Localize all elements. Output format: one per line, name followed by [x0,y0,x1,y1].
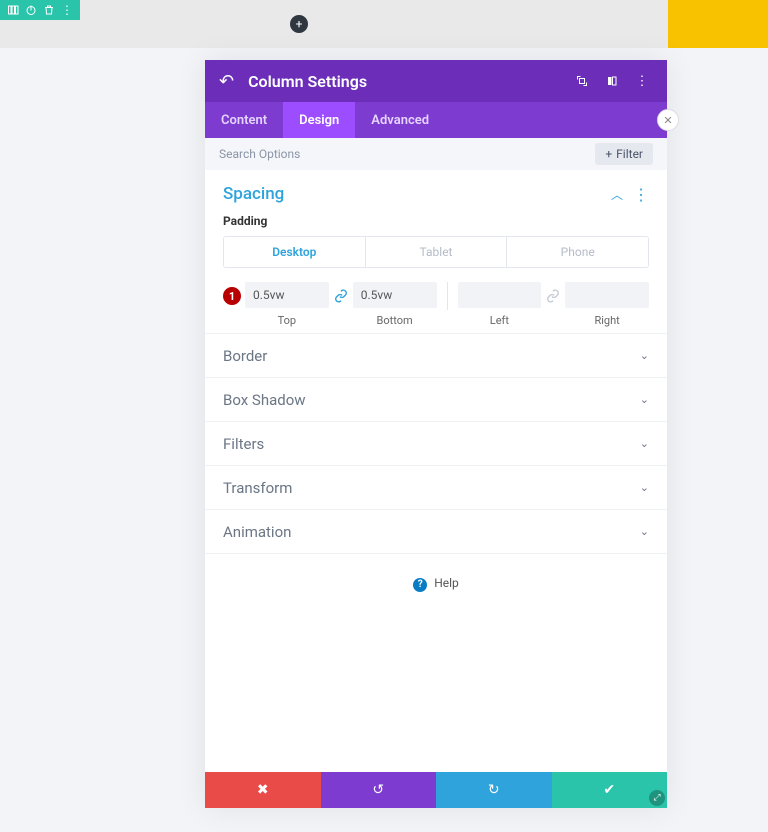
tab-content[interactable]: Content [205,102,283,138]
divider [447,282,448,310]
help-label: Help [434,576,459,590]
chevron-down-icon: ⌄ [640,525,649,538]
save-button[interactable]: ✔ ⤢ [552,772,668,808]
accordion: Border⌄ Box Shadow⌄ Filters⌄ Transform⌄ … [205,333,667,554]
mini-toolbar: ⋮ [0,0,80,20]
modal-footer: ✖ ↺ ↻ ✔ ⤢ [205,772,667,808]
more-icon[interactable]: ⋮ [58,1,76,19]
accordion-filters[interactable]: Filters⌄ [205,422,667,466]
accordion-animation[interactable]: Animation⌄ [205,510,667,554]
plus-icon: + [605,147,612,161]
padding-right-input[interactable] [565,282,649,308]
header-more-icon[interactable]: ⋮ [631,70,653,92]
chevron-down-icon: ⌄ [640,437,649,450]
cancel-button[interactable]: ✖ [205,772,321,808]
filter-button[interactable]: + Filter [595,143,653,165]
section-more-icon[interactable]: ⋮ [633,185,649,204]
padding-bottom-input[interactable] [353,282,437,308]
modal-header: ↶ Column Settings ⋮ [205,60,667,102]
page-topbar: ⋮ + [0,0,768,48]
column-settings-modal: ↶ Column Settings ⋮ Content Design Advan… [205,60,667,808]
padding-right-label: Right [594,314,619,327]
accordion-border[interactable]: Border⌄ [205,334,667,378]
padding-top-label: Top [278,314,296,327]
chevron-down-icon: ⌄ [640,349,649,362]
padding-bottom-label: Bottom [377,314,413,327]
device-desktop[interactable]: Desktop [224,237,366,267]
power-icon[interactable] [22,1,40,19]
filter-label: Filter [616,147,643,161]
device-tabs: Desktop Tablet Phone [223,236,649,268]
chevron-down-icon: ⌄ [640,393,649,406]
modal-title: Column Settings [248,72,563,91]
step-badge: 1 [223,287,241,305]
spacing-section: Spacing ︿ ⋮ Padding Desktop Tablet Phone… [205,170,667,333]
tab-advanced[interactable]: Advanced [355,102,445,138]
link-icon[interactable] [329,282,353,310]
help-icon: ? [413,578,427,592]
padding-left-input[interactable] [458,282,542,308]
chevron-up-icon[interactable]: ︿ [611,186,623,203]
modal-tabs: Content Design Advanced ✕ [205,102,667,138]
add-section-button[interactable]: + [290,15,308,33]
padding-left-label: Left [490,314,509,327]
padding-label: Padding [223,214,649,228]
accordion-transform[interactable]: Transform⌄ [205,466,667,510]
redo-button[interactable]: ↻ [436,772,552,808]
expand-icon[interactable] [571,70,593,92]
padding-inputs: 1 Top Bottom Left Right [223,282,649,327]
search-placeholder[interactable]: Search Options [219,147,300,161]
trash-icon[interactable] [40,1,58,19]
panel-icon[interactable] [601,70,623,92]
section-title[interactable]: Spacing [223,184,611,204]
link-icon-muted[interactable] [541,282,565,310]
yellow-block [668,0,768,48]
help-row[interactable]: ? Help [205,554,667,772]
padding-top-input[interactable] [245,282,329,308]
expand-corner-icon[interactable]: ⤢ [649,790,665,806]
undo-button[interactable]: ↺ [321,772,437,808]
search-row: Search Options + Filter [205,138,667,170]
device-tablet[interactable]: Tablet [366,237,508,267]
chevron-down-icon: ⌄ [640,481,649,494]
tab-design[interactable]: Design [283,102,355,138]
close-icon[interactable]: ✕ [657,109,679,131]
back-arrow-icon[interactable]: ↶ [219,71,234,92]
device-phone[interactable]: Phone [507,237,648,267]
columns-icon[interactable] [4,1,22,19]
accordion-box-shadow[interactable]: Box Shadow⌄ [205,378,667,422]
